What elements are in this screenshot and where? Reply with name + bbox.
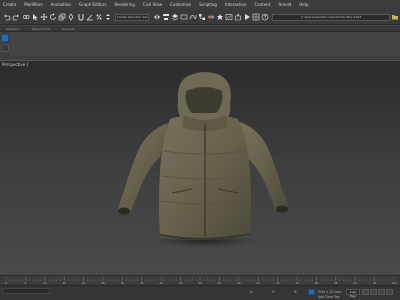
menu-customize[interactable]: Customize bbox=[166, 0, 195, 9]
project-path-field[interactable]: C:\Users\User\Documents\3ds Max 2023 bbox=[272, 14, 390, 21]
time-slider[interactable]: 0 5 10 15 20 25 30 35 40 45 50 55 60 65 70 75 80 85 90 95 10… bbox=[0, 275, 400, 285]
ribbon-toggle-icon[interactable] bbox=[180, 13, 188, 21]
material-editor-icon[interactable] bbox=[207, 13, 215, 21]
angle-snap-icon[interactable] bbox=[86, 13, 94, 21]
selection-set-dropdown[interactable]: Create Selection Set bbox=[115, 14, 149, 21]
ribbon-tabs: Selection Object Paint Populate bbox=[0, 26, 400, 32]
grid-size-label: Grid = 10,0cm bbox=[318, 290, 342, 294]
select-object-icon[interactable] bbox=[31, 13, 39, 21]
help-icon[interactable] bbox=[261, 13, 269, 21]
align-icon[interactable] bbox=[162, 13, 170, 21]
create-panel-button[interactable] bbox=[1, 34, 9, 42]
perspective-viewport[interactable]: Perspective ] bbox=[0, 60, 400, 275]
menu-interactive[interactable]: Interactive bbox=[221, 0, 251, 9]
time-config-button[interactable] bbox=[386, 289, 393, 295]
menu-help[interactable]: Help bbox=[295, 0, 312, 9]
add-time-tag-label[interactable]: Add Time Tag bbox=[318, 295, 339, 299]
spinner-snap-icon[interactable] bbox=[104, 13, 112, 21]
modify-panel-button[interactable] bbox=[1, 44, 9, 52]
mirror-icon[interactable] bbox=[153, 13, 161, 21]
ribbon-tab-object-paint[interactable]: Object Paint bbox=[26, 26, 56, 32]
menu-scripting[interactable]: Scripting bbox=[195, 0, 221, 9]
play-back-button[interactable] bbox=[362, 289, 369, 295]
rotate-icon[interactable] bbox=[49, 13, 57, 21]
undo-icon[interactable] bbox=[3, 13, 11, 21]
render-active-icon[interactable] bbox=[243, 13, 251, 21]
snap-icon[interactable] bbox=[77, 13, 85, 21]
menu-bar: Create Modifiers Animation Graph Editors Ren… bbox=[0, 0, 400, 9]
move-icon[interactable] bbox=[40, 13, 48, 21]
layer-icon[interactable] bbox=[171, 13, 179, 21]
coord-y-label: Y: bbox=[272, 290, 275, 294]
schematic-view-icon[interactable] bbox=[198, 13, 206, 21]
menu-civil-view[interactable]: Civil View bbox=[139, 0, 166, 9]
menu-graph-editors[interactable]: Graph Editors bbox=[75, 0, 110, 9]
maxscript-listener[interactable] bbox=[2, 288, 50, 294]
render-icon[interactable] bbox=[234, 13, 242, 21]
play-forward-button[interactable] bbox=[378, 289, 385, 295]
menu-modifiers[interactable]: Modifiers bbox=[20, 0, 46, 9]
menu-arnold[interactable]: Arnold bbox=[274, 0, 295, 9]
ribbon-tab-selection[interactable]: Selection bbox=[0, 26, 26, 32]
folder-icon[interactable] bbox=[391, 13, 399, 21]
autokey-button[interactable]: Auto Key bbox=[346, 289, 360, 298]
menu-animation[interactable]: Animation bbox=[47, 0, 75, 9]
coord-x-label: X: bbox=[250, 290, 254, 294]
render-frame-icon[interactable] bbox=[225, 13, 233, 21]
link-icon[interactable] bbox=[22, 13, 30, 21]
lock-selection-button[interactable] bbox=[308, 289, 315, 295]
scale-icon[interactable] bbox=[58, 13, 66, 21]
menu-content[interactable]: Content bbox=[250, 0, 274, 9]
main-toolbar: Create Selection Set C:\Users\User\Docum… bbox=[0, 9, 400, 25]
place-icon[interactable] bbox=[67, 13, 75, 21]
coord-z-label: Z: bbox=[294, 290, 298, 294]
ribbon-tab-populate[interactable]: Populate bbox=[56, 26, 81, 32]
menu-rendering[interactable]: Rendering bbox=[110, 0, 138, 9]
play-button[interactable] bbox=[370, 289, 377, 295]
percent-snap-icon[interactable] bbox=[95, 13, 103, 21]
curve-editor-icon[interactable] bbox=[189, 13, 197, 21]
redo-icon[interactable] bbox=[12, 13, 20, 21]
command-panel-strip bbox=[0, 32, 10, 56]
jacket-model[interactable] bbox=[0, 61, 400, 275]
viewport-layout-icon[interactable] bbox=[252, 13, 260, 21]
menu-create[interactable]: Create bbox=[0, 0, 20, 9]
status-bar: X: Y: Z: Grid = 10,0cm Add Time Tag Auto… bbox=[0, 285, 400, 300]
render-setup-icon[interactable] bbox=[216, 13, 224, 21]
